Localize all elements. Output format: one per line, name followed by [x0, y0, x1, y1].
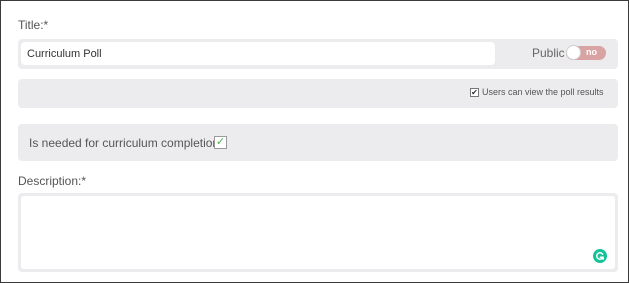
grammarly-icon[interactable] — [593, 249, 607, 263]
results-checkbox[interactable]: ✔ — [470, 88, 479, 97]
curriculum-completion-row: Is needed for curriculum completion: ✓ — [18, 124, 618, 161]
curriculum-completion-checkbox[interactable]: ✓ — [214, 136, 227, 149]
title-row: Public no — [18, 39, 618, 69]
poll-form: Title:* Public no ✔ Users can view the p… — [0, 0, 629, 283]
description-textarea[interactable] — [21, 196, 615, 269]
public-toggle-text: no — [586, 47, 597, 57]
public-label: Public — [532, 46, 565, 60]
description-box — [18, 193, 618, 272]
public-toggle[interactable]: no — [566, 45, 606, 60]
results-checkbox-label: Users can view the poll results — [482, 87, 604, 97]
title-label: Title:* — [18, 18, 49, 32]
toggle-knob — [566, 45, 581, 60]
title-input[interactable] — [21, 42, 495, 65]
description-label: Description:* — [18, 174, 87, 188]
results-visibility-row: ✔ Users can view the poll results — [18, 79, 618, 108]
curriculum-completion-label: Is needed for curriculum completion: — [29, 136, 223, 150]
check-icon: ✓ — [215, 136, 226, 148]
